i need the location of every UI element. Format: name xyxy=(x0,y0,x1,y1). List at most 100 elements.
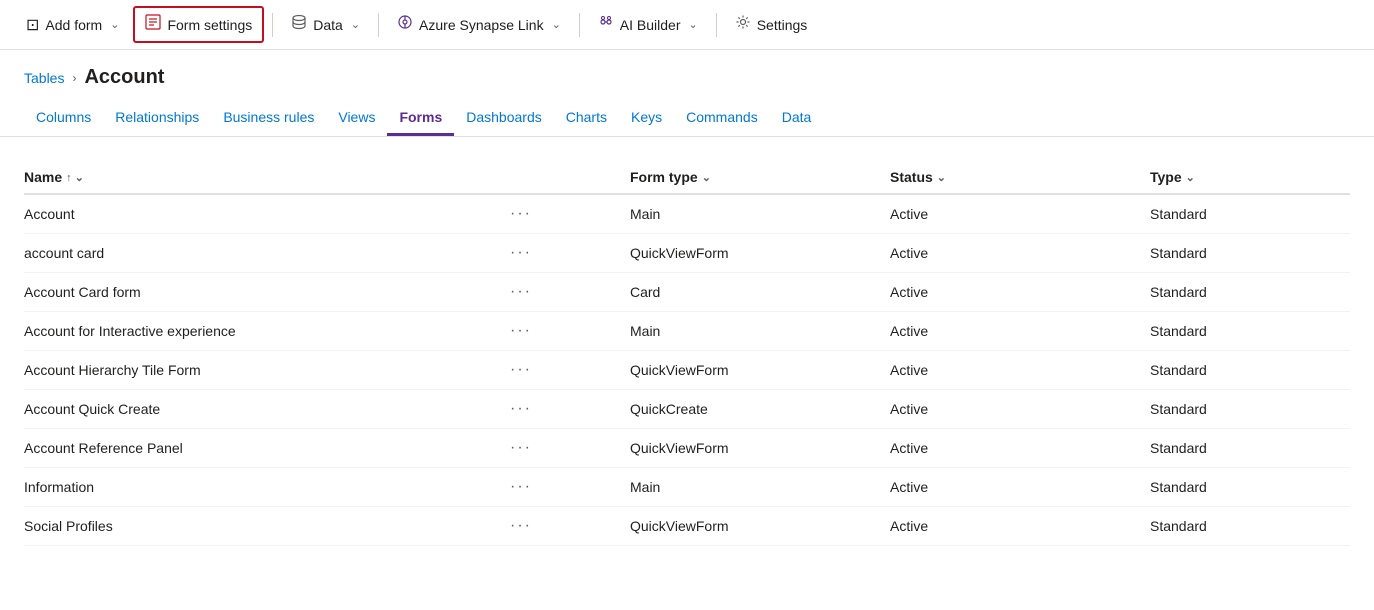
ai-builder-button[interactable]: AI Builder ⌄ xyxy=(588,8,708,41)
add-form-icon: ⊡ xyxy=(26,15,39,35)
cell-form-type-3: Main xyxy=(630,323,890,339)
cell-name-8[interactable]: Social Profiles xyxy=(24,518,510,534)
cell-status-7: Active xyxy=(890,479,1150,495)
table-row: Account for Interactive experience ··· M… xyxy=(24,312,1350,351)
cell-menu-4[interactable]: ··· xyxy=(510,361,630,379)
data-label: Data xyxy=(313,17,343,33)
table-row: Account ··· Main Active Standard xyxy=(24,195,1350,234)
cell-menu-8[interactable]: ··· xyxy=(510,517,630,535)
breadcrumb-parent[interactable]: Tables xyxy=(24,70,64,86)
ai-builder-icon xyxy=(598,14,614,35)
table-row: account card ··· QuickViewForm Active St… xyxy=(24,234,1350,273)
cell-type-0: Standard xyxy=(1150,206,1350,222)
col-header-status[interactable]: Status ⌄ xyxy=(890,169,1150,185)
col-header-form-type[interactable]: Form type ⌄ xyxy=(630,169,890,185)
settings-icon xyxy=(735,14,751,35)
add-form-chevron: ⌄ xyxy=(110,18,119,31)
cell-status-5: Active xyxy=(890,401,1150,417)
cell-status-4: Active xyxy=(890,362,1150,378)
cell-status-2: Active xyxy=(890,284,1150,300)
tab-business-rules[interactable]: Business rules xyxy=(211,101,326,136)
data-button[interactable]: Data ⌄ xyxy=(281,8,370,41)
col-status-sort: ⌄ xyxy=(937,171,946,184)
tab-views[interactable]: Views xyxy=(326,101,387,136)
add-form-label: Add form xyxy=(45,17,102,33)
cell-status-0: Active xyxy=(890,206,1150,222)
col-status-label: Status xyxy=(890,169,933,185)
cell-name-2[interactable]: Account Card form xyxy=(24,284,510,300)
cell-type-8: Standard xyxy=(1150,518,1350,534)
tab-dashboards[interactable]: Dashboards xyxy=(454,101,554,136)
ai-builder-chevron: ⌄ xyxy=(689,18,698,31)
table-rows-container: Account ··· Main Active Standard account… xyxy=(24,195,1350,546)
table-row: Account Card form ··· Card Active Standa… xyxy=(24,273,1350,312)
col-header-menu xyxy=(510,169,630,185)
tab-charts[interactable]: Charts xyxy=(554,101,619,136)
cell-form-type-1: QuickViewForm xyxy=(630,245,890,261)
form-settings-icon xyxy=(145,14,161,35)
cell-menu-5[interactable]: ··· xyxy=(510,400,630,418)
azure-synapse-button[interactable]: Azure Synapse Link ⌄ xyxy=(387,8,571,41)
cell-menu-0[interactable]: ··· xyxy=(510,205,630,223)
col-type-label: Type xyxy=(1150,169,1182,185)
breadcrumb-separator: › xyxy=(72,71,76,85)
col-form-type-sort: ⌄ xyxy=(702,171,711,184)
cell-name-6[interactable]: Account Reference Panel xyxy=(24,440,510,456)
cell-form-type-6: QuickViewForm xyxy=(630,440,890,456)
col-type-sort: ⌄ xyxy=(1186,171,1195,184)
cell-menu-7[interactable]: ··· xyxy=(510,478,630,496)
form-settings-button[interactable]: Form settings xyxy=(133,6,264,43)
cell-name-4[interactable]: Account Hierarchy Tile Form xyxy=(24,362,510,378)
col-header-name[interactable]: Name ↑ ⌄ xyxy=(24,169,510,185)
cell-type-1: Standard xyxy=(1150,245,1350,261)
data-icon xyxy=(291,14,307,35)
col-name-sort: ↑ ⌄ xyxy=(66,171,84,184)
cell-name-0[interactable]: Account xyxy=(24,206,510,222)
cell-form-type-4: QuickViewForm xyxy=(630,362,890,378)
cell-menu-6[interactable]: ··· xyxy=(510,439,630,457)
tab-relationships[interactable]: Relationships xyxy=(103,101,211,136)
form-settings-label: Form settings xyxy=(167,17,252,33)
cell-name-7[interactable]: Information xyxy=(24,479,510,495)
cell-type-4: Standard xyxy=(1150,362,1350,378)
cell-status-3: Active xyxy=(890,323,1150,339)
breadcrumb-current: Account xyxy=(84,66,164,89)
cell-type-6: Standard xyxy=(1150,440,1350,456)
cell-form-type-5: QuickCreate xyxy=(630,401,890,417)
cell-status-1: Active xyxy=(890,245,1150,261)
nav-tabs: Columns Relationships Business rules Vie… xyxy=(0,97,1374,137)
cell-status-6: Active xyxy=(890,440,1150,456)
toolbar-divider-3 xyxy=(579,13,580,37)
cell-name-3[interactable]: Account for Interactive experience xyxy=(24,323,510,339)
cell-name-1[interactable]: account card xyxy=(24,245,510,261)
col-form-type-label: Form type xyxy=(630,169,698,185)
tab-keys[interactable]: Keys xyxy=(619,101,674,136)
cell-form-type-2: Card xyxy=(630,284,890,300)
tab-columns[interactable]: Columns xyxy=(24,101,103,136)
table-row: Account Quick Create ··· QuickCreate Act… xyxy=(24,390,1350,429)
cell-menu-3[interactable]: ··· xyxy=(510,322,630,340)
toolbar: ⊡ Add form ⌄ Form settings Data ⌄ Azure … xyxy=(0,0,1374,50)
cell-name-5[interactable]: Account Quick Create xyxy=(24,401,510,417)
tab-forms[interactable]: Forms xyxy=(387,101,454,136)
col-name-label: Name xyxy=(24,169,62,185)
cell-status-8: Active xyxy=(890,518,1150,534)
cell-type-3: Standard xyxy=(1150,323,1350,339)
cell-type-2: Standard xyxy=(1150,284,1350,300)
azure-synapse-label: Azure Synapse Link xyxy=(419,17,544,33)
table-row: Account Reference Panel ··· QuickViewFor… xyxy=(24,429,1350,468)
cell-menu-2[interactable]: ··· xyxy=(510,283,630,301)
col-header-type[interactable]: Type ⌄ xyxy=(1150,169,1350,185)
cell-form-type-0: Main xyxy=(630,206,890,222)
settings-button[interactable]: Settings xyxy=(725,8,818,41)
breadcrumb: Tables › Account xyxy=(0,50,1374,97)
ai-builder-label: AI Builder xyxy=(620,17,681,33)
table-row: Social Profiles ··· QuickViewForm Active… xyxy=(24,507,1350,546)
tab-data[interactable]: Data xyxy=(770,101,824,136)
tab-commands[interactable]: Commands xyxy=(674,101,770,136)
settings-label: Settings xyxy=(757,17,808,33)
add-form-button[interactable]: ⊡ Add form ⌄ xyxy=(16,9,129,41)
table-header: Name ↑ ⌄ Form type ⌄ Status ⌄ Type ⌄ xyxy=(24,161,1350,195)
azure-synapse-chevron: ⌄ xyxy=(552,18,561,31)
cell-menu-1[interactable]: ··· xyxy=(510,244,630,262)
